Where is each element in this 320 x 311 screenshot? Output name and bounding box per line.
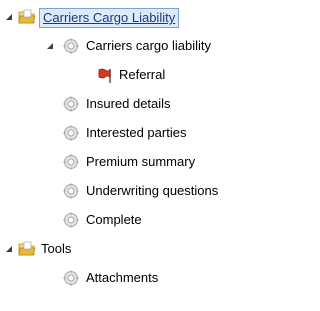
tree-node-label: Referral [119,67,166,82]
tree-node-label: Attachments [86,270,159,285]
tree-node-label: Carriers cargo liability [86,38,211,53]
tree-node-carriers-cargo-liability-root[interactable]: Carriers Cargo Liability [0,4,260,30]
tree-node-premium-summary[interactable]: Premium summary [0,149,260,175]
red-flag-icon [97,66,115,84]
tree-node-complete[interactable]: Complete [0,207,260,233]
collapse-arrow-icon[interactable] [5,245,13,253]
gear-page-icon [62,211,80,229]
tree-node-insured-details[interactable]: Insured details [0,91,260,117]
tree-node-carriers-cargo-liability[interactable]: Carriers cargo liability [0,33,260,59]
gear-page-icon [62,269,80,287]
tree-node-tools[interactable]: Tools [0,236,260,262]
tree-node-label: Insured details [86,96,171,111]
tree-node-underwriting-questions[interactable]: Underwriting questions [0,178,260,204]
tree-node-interested-parties[interactable]: Interested parties [0,120,260,146]
tree-node-label: Tools [41,241,72,256]
tree-node-label: Complete [86,212,142,227]
tree-node-attachments[interactable]: Attachments [0,265,260,291]
tree-node-label[interactable]: Carriers Cargo Liability [39,8,180,28]
navigation-tree: Carriers Cargo Liability Carriers cargo … [0,0,260,311]
tree-node-label: Interested parties [86,125,187,140]
folder-open-icon [18,8,36,26]
gear-page-icon [62,182,80,200]
folder-open-icon [18,240,36,258]
gear-page-icon [62,153,80,171]
gear-page-icon [62,95,80,113]
gear-page-icon [62,37,80,55]
tree-node-referral[interactable]: Referral [0,62,260,88]
tree-node-label: Premium summary [86,154,196,169]
gear-page-icon [62,124,80,142]
collapse-arrow-icon[interactable] [5,13,13,21]
collapse-arrow-icon[interactable] [46,42,54,50]
tree-node-label: Underwriting questions [86,183,219,198]
